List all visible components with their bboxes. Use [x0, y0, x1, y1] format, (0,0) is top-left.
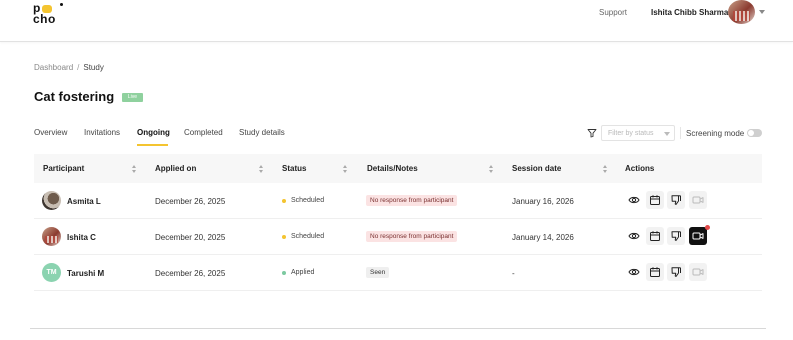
- sort-icon[interactable]: [132, 165, 137, 173]
- chevron-down-icon[interactable]: [759, 10, 765, 14]
- screening-mode-toggle[interactable]: [747, 129, 762, 137]
- thumbs-down-icon: [671, 195, 681, 205]
- schedule-button[interactable]: [646, 191, 664, 209]
- status-text: Scheduled: [291, 233, 325, 240]
- breadcrumb-current: Study: [83, 63, 104, 72]
- col-actions: Actions: [625, 164, 655, 173]
- eye-icon: [628, 232, 640, 240]
- status-dot: [282, 271, 286, 275]
- col-details-notes[interactable]: Details/Notes: [367, 164, 418, 173]
- page-title: Cat fostering: [34, 89, 115, 104]
- filter-placeholder: Filter by status: [608, 130, 654, 137]
- user-name[interactable]: Ishita Chibb Sharma: [651, 8, 728, 17]
- calendar-icon: [650, 231, 660, 241]
- view-button[interactable]: [625, 191, 643, 209]
- sort-icon[interactable]: [343, 165, 348, 173]
- schedule-button[interactable]: [646, 263, 664, 281]
- toolbar-divider: [680, 127, 681, 139]
- reject-button[interactable]: [667, 263, 685, 281]
- applied-on-date: December 26, 2025: [155, 269, 226, 278]
- thumbs-down-icon: [671, 231, 681, 241]
- table-row: TM Tarushi M December 26, 2025 Applied S…: [34, 255, 762, 291]
- participant-avatar: TM: [42, 263, 61, 282]
- tab-study-details[interactable]: Study details: [239, 128, 285, 137]
- note-tag: No response from participant: [366, 195, 458, 206]
- table-row: Asmita L December 26, 2025 Scheduled No …: [34, 183, 762, 219]
- status-dot: [282, 235, 286, 239]
- col-session-date[interactable]: Session date: [512, 164, 561, 173]
- participant-name[interactable]: Ishita C: [67, 233, 96, 242]
- session-date: January 14, 2026: [512, 233, 574, 242]
- user-avatar[interactable]: [728, 0, 755, 24]
- sort-icon[interactable]: [489, 165, 494, 173]
- tab-ongoing[interactable]: Ongoing: [137, 128, 170, 137]
- footer-divider: [30, 328, 766, 329]
- participant-avatar: [42, 191, 61, 210]
- top-navbar: p cho Support Ishita Chibb Sharma: [0, 0, 793, 42]
- video-camera-icon: [692, 196, 704, 204]
- view-button[interactable]: [625, 263, 643, 281]
- table-row: Ishita C December 20, 2025 Scheduled No …: [34, 219, 762, 255]
- screening-mode-label: Screening mode: [686, 129, 745, 138]
- video-camera-icon: [692, 268, 704, 276]
- filter-icon[interactable]: [587, 128, 597, 138]
- col-participant[interactable]: Participant: [43, 164, 84, 173]
- thumbs-down-icon: [671, 267, 681, 277]
- reject-button[interactable]: [667, 191, 685, 209]
- breadcrumb-dashboard[interactable]: Dashboard: [34, 63, 73, 72]
- live-status-badge: Live: [122, 93, 143, 102]
- logo-text-line2: cho: [33, 12, 56, 26]
- col-applied-on[interactable]: Applied on: [155, 164, 196, 173]
- view-button[interactable]: [625, 227, 643, 245]
- participant-avatar: [42, 227, 61, 246]
- video-camera-icon: [692, 232, 704, 240]
- calendar-icon: [650, 267, 660, 277]
- logo-dot: [60, 3, 63, 6]
- note-tag: Seen: [366, 267, 390, 278]
- note-tag: No response from participant: [366, 231, 458, 242]
- chevron-down-icon: [664, 132, 670, 136]
- video-call-button[interactable]: [689, 227, 707, 245]
- tab-invitations[interactable]: Invitations: [84, 128, 120, 137]
- breadcrumb: Dashboard / Study: [34, 63, 104, 72]
- status-text: Applied: [291, 269, 315, 276]
- applied-on-date: December 20, 2025: [155, 233, 226, 242]
- participant-name[interactable]: Tarushi M: [67, 269, 104, 278]
- notification-dot: [705, 225, 710, 230]
- toggle-knob: [748, 130, 754, 136]
- session-date: January 16, 2026: [512, 197, 574, 206]
- eye-icon: [628, 196, 640, 204]
- status-dot: [282, 199, 286, 203]
- tab-overview[interactable]: Overview: [34, 128, 67, 137]
- session-date: -: [512, 269, 515, 278]
- schedule-button[interactable]: [646, 227, 664, 245]
- pocho-logo[interactable]: p cho: [33, 2, 67, 26]
- status-text: Scheduled: [291, 197, 325, 204]
- support-link[interactable]: Support: [599, 8, 627, 17]
- breadcrumb-separator: /: [77, 63, 80, 72]
- calendar-icon: [650, 195, 660, 205]
- active-tab-indicator: [137, 144, 168, 146]
- eye-icon: [628, 268, 640, 276]
- sort-icon[interactable]: [603, 165, 608, 173]
- status-filter-select[interactable]: Filter by status: [601, 125, 675, 141]
- tab-completed[interactable]: Completed: [184, 128, 223, 137]
- table-header: Participant Applied on Status Details/No…: [34, 154, 762, 183]
- reject-button[interactable]: [667, 227, 685, 245]
- video-call-button[interactable]: [689, 263, 707, 281]
- sort-icon[interactable]: [259, 165, 264, 173]
- video-call-button[interactable]: [689, 191, 707, 209]
- participant-name[interactable]: Asmita L: [67, 197, 101, 206]
- applied-on-date: December 26, 2025: [155, 197, 226, 206]
- col-status[interactable]: Status: [282, 164, 306, 173]
